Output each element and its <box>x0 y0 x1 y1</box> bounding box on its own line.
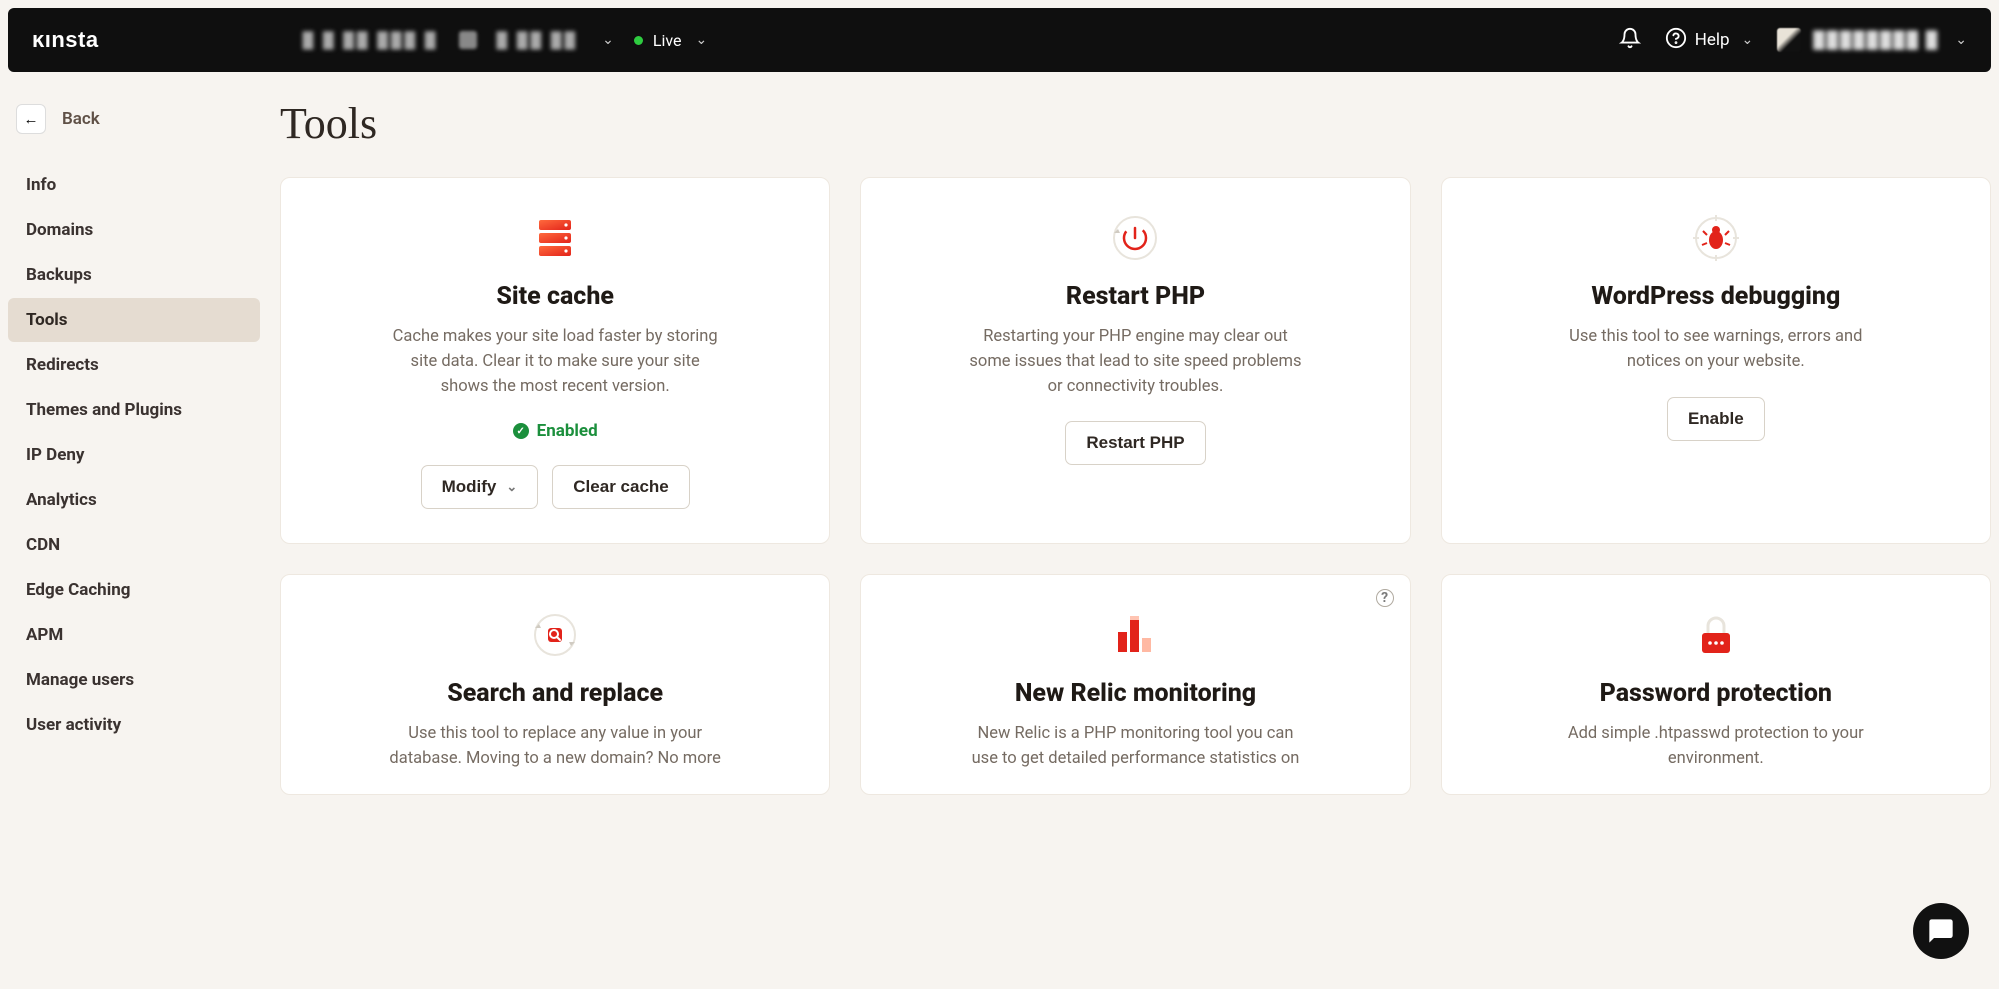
card-title: Password protection <box>1600 679 1832 708</box>
sidebar-item-apm[interactable]: APM <box>8 613 260 657</box>
card-title: Search and replace <box>447 679 663 708</box>
arrow-left-icon: ← <box>24 111 39 128</box>
card-description: Cache makes your site load faster by sto… <box>385 325 725 399</box>
sidebar: ← Back Info Domains Backups Tools Redire… <box>8 98 260 795</box>
username-blurred: ████████ █ <box>1813 30 1939 50</box>
card-title: Restart PHP <box>1066 282 1205 311</box>
sidebar-item-redirects[interactable]: Redirects <box>8 343 260 387</box>
card-description: Restarting your PHP engine may clear out… <box>965 325 1305 399</box>
sidebar-item-edge-caching[interactable]: Edge Caching <box>8 568 260 612</box>
topbar-middle: █ █ ██ ███ █ █ ██ ██ ⌄ Live ⌄ <box>303 31 708 50</box>
back-label[interactable]: Back <box>62 109 100 129</box>
live-status-dot <box>634 36 643 45</box>
card-description: New Relic is a PHP monitoring tool you c… <box>965 722 1305 772</box>
card-site-cache: Site cache Cache makes your site load fa… <box>280 177 830 544</box>
help-label: Help <box>1695 30 1730 50</box>
sidebar-item-user-activity[interactable]: User activity <box>8 703 260 747</box>
chat-bubble-button[interactable] <box>1913 903 1969 959</box>
bell-icon[interactable] <box>1619 27 1641 53</box>
environment-name-blurred: █ ██ ██ <box>497 31 579 49</box>
avatar <box>1777 28 1801 52</box>
sidebar-item-info[interactable]: Info <box>8 163 260 207</box>
logo[interactable]: ĸınsta <box>32 27 99 53</box>
nav-list: Info Domains Backups Tools Redirects The… <box>8 163 260 747</box>
sidebar-item-backups[interactable]: Backups <box>8 253 260 297</box>
status-label: Enabled <box>537 421 598 441</box>
environment-selector[interactable]: Live ⌄ <box>634 31 707 50</box>
lock-icon <box>1692 611 1740 659</box>
help-tooltip-icon[interactable]: ? <box>1376 589 1394 607</box>
sidebar-item-tools[interactable]: Tools <box>8 298 260 342</box>
main-content: Tools Site cache Cache makes your site l… <box>280 98 1991 795</box>
modify-label: Modify <box>442 477 497 497</box>
restart-php-label: Restart PHP <box>1086 433 1184 453</box>
card-description: Use this tool to see warnings, errors an… <box>1546 325 1886 375</box>
chat-icon <box>1927 917 1955 945</box>
tool-cards-grid: Site cache Cache makes your site load fa… <box>280 177 1991 795</box>
search-refresh-icon <box>531 611 579 659</box>
sidebar-item-manage-users[interactable]: Manage users <box>8 658 260 702</box>
bug-target-icon <box>1692 214 1740 262</box>
card-search-replace: Search and replace Use this tool to repl… <box>280 574 830 795</box>
back-row: ← Back <box>8 98 260 162</box>
help-icon <box>1665 27 1687 54</box>
chevron-down-icon: ⌄ <box>695 32 707 48</box>
enable-debug-button[interactable]: Enable <box>1667 397 1765 441</box>
topbar: ĸınsta █ █ ██ ███ █ █ ██ ██ ⌄ Live ⌄ Hel… <box>8 8 1991 72</box>
restart-php-button[interactable]: Restart PHP <box>1065 421 1205 465</box>
sidebar-item-domains[interactable]: Domains <box>8 208 260 252</box>
card-description: Add simple .htpasswd protection to your … <box>1546 722 1886 772</box>
card-actions: Modify ⌄ Clear cache <box>421 465 690 509</box>
chevron-down-icon: ⌄ <box>1955 32 1967 48</box>
card-title: WordPress debugging <box>1591 282 1840 311</box>
server-stack-icon <box>531 214 579 262</box>
breadcrumb-blurred: █ █ ██ ███ █ <box>303 31 439 49</box>
chevron-down-icon: ⌄ <box>1742 32 1754 48</box>
sidebar-item-ip-deny[interactable]: IP Deny <box>8 433 260 477</box>
power-restart-icon <box>1111 214 1159 262</box>
card-password-protection: Password protection Add simple .htpasswd… <box>1441 574 1991 795</box>
card-new-relic: ? New Relic monitoring New Relic is a PH… <box>860 574 1410 795</box>
card-restart-php: Restart PHP Restarting your PHP engine m… <box>860 177 1410 544</box>
card-description: Use this tool to replace any value in yo… <box>385 722 725 772</box>
user-menu[interactable]: ████████ █ ⌄ <box>1777 28 1967 52</box>
card-title: New Relic monitoring <box>1015 679 1256 708</box>
back-button[interactable]: ← <box>16 104 46 134</box>
card-title: Site cache <box>496 282 614 311</box>
check-circle-icon: ✓ <box>513 423 529 439</box>
sidebar-item-cdn[interactable]: CDN <box>8 523 260 567</box>
help-menu[interactable]: Help ⌄ <box>1665 27 1754 54</box>
card-wp-debugging: WordPress debugging Use this tool to see… <box>1441 177 1991 544</box>
clear-cache-label: Clear cache <box>573 477 668 497</box>
chevron-down-icon[interactable]: ⌄ <box>602 32 614 48</box>
sidebar-item-themes-plugins[interactable]: Themes and Plugins <box>8 388 260 432</box>
chevron-down-icon: ⌄ <box>506 479 517 495</box>
modify-button[interactable]: Modify ⌄ <box>421 465 539 509</box>
clear-cache-button[interactable]: Clear cache <box>552 465 689 509</box>
environment-label: Live <box>653 31 682 50</box>
status-badge: ✓ Enabled <box>513 421 598 441</box>
topbar-right: Help ⌄ ████████ █ ⌄ <box>1619 27 1967 54</box>
page-title: Tools <box>280 98 1991 149</box>
sidebar-item-analytics[interactable]: Analytics <box>8 478 260 522</box>
bar-chart-icon <box>1111 611 1159 659</box>
site-icon-blurred <box>459 31 477 49</box>
enable-label: Enable <box>1688 409 1744 429</box>
